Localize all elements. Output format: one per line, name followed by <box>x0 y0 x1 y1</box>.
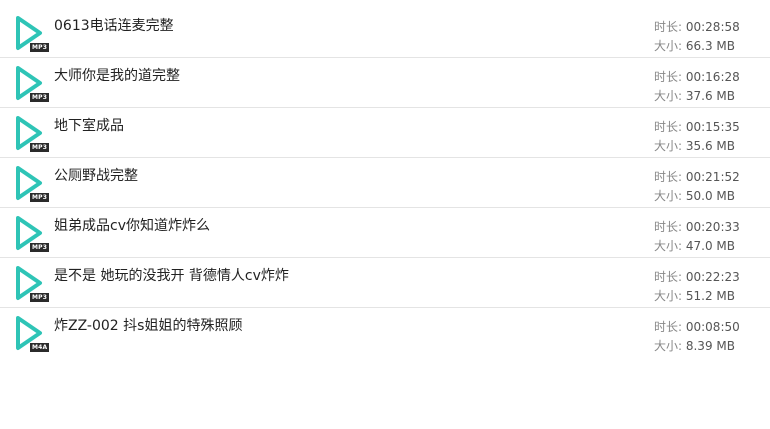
size-value: 35.6 MB <box>685 139 735 153</box>
play-icon[interactable]: MP3 <box>12 15 50 53</box>
duration-value: 00:22:23 <box>685 270 740 284</box>
duration-label: 时长: <box>654 270 686 284</box>
duration-label: 时长: <box>654 70 686 84</box>
list-item[interactable]: MP3 地下室成品 时长: 00:15:35 大小: 35.6 MB <box>0 108 770 158</box>
size-value: 47.0 MB <box>685 239 735 253</box>
play-icon[interactable]: MP3 <box>12 215 50 253</box>
duration-label: 时长: <box>654 20 686 34</box>
list-item[interactable]: MP3 公厕野战完整 时长: 00:21:52 大小: 50.0 MB <box>0 158 770 208</box>
duration-value: 00:16:28 <box>685 70 740 84</box>
file-name[interactable]: 公厕野战完整 <box>54 165 138 185</box>
list-item[interactable]: MP3 大师你是我的道完整 时长: 00:16:28 大小: 37.6 MB <box>0 58 770 108</box>
size-label: 大小: <box>654 339 686 353</box>
file-name[interactable]: 大师你是我的道完整 <box>54 65 180 85</box>
format-badge: M4A <box>30 343 50 352</box>
play-icon[interactable]: MP3 <box>12 115 50 153</box>
duration: 时长: 00:22:23 <box>654 268 740 285</box>
format-badge: MP3 <box>30 193 50 202</box>
file-name[interactable]: 地下室成品 <box>54 115 124 135</box>
duration-value: 00:21:52 <box>685 170 740 184</box>
list-item[interactable]: M4A 炸ZZ-002 抖s姐姐的特殊照顾 时长: 00:08:50 大小: 8… <box>0 308 770 357</box>
size-label: 大小: <box>654 89 686 103</box>
duration-value: 00:20:33 <box>685 220 740 234</box>
size-value: 50.0 MB <box>685 189 735 203</box>
duration: 时长: 00:28:58 <box>654 18 740 35</box>
size-value: 66.3 MB <box>685 39 735 53</box>
file-name[interactable]: 炸ZZ-002 抖s姐姐的特殊照顾 <box>54 315 242 335</box>
file-name[interactable]: 姐弟成品cv你知道炸炸么 <box>54 215 210 235</box>
duration: 时长: 00:20:33 <box>654 218 740 235</box>
format-badge: MP3 <box>30 243 50 252</box>
file-list: MP3 0613电话连麦完整 时长: 00:28:58 大小: 66.3 MB … <box>0 8 770 357</box>
format-badge: MP3 <box>30 93 50 102</box>
duration-value: 00:08:50 <box>685 320 740 334</box>
file-size: 大小: 37.6 MB <box>654 87 735 104</box>
duration-label: 时长: <box>654 220 686 234</box>
file-size: 大小: 47.0 MB <box>654 237 735 254</box>
list-item[interactable]: MP3 0613电话连麦完整 时长: 00:28:58 大小: 66.3 MB <box>0 8 770 58</box>
format-badge: MP3 <box>30 143 50 152</box>
size-value: 37.6 MB <box>685 89 735 103</box>
list-item[interactable]: MP3 姐弟成品cv你知道炸炸么 时长: 00:20:33 大小: 47.0 M… <box>0 208 770 258</box>
duration-label: 时长: <box>654 120 686 134</box>
file-size: 大小: 8.39 MB <box>654 337 735 354</box>
duration: 时长: 00:15:35 <box>654 118 740 135</box>
size-value: 51.2 MB <box>685 289 735 303</box>
size-label: 大小: <box>654 39 686 53</box>
size-label: 大小: <box>654 139 686 153</box>
size-label: 大小: <box>654 239 686 253</box>
file-size: 大小: 35.6 MB <box>654 137 735 154</box>
format-badge: MP3 <box>30 43 50 52</box>
list-item[interactable]: MP3 是不是 她玩的没我开 背德情人cv炸炸 时长: 00:22:23 大小:… <box>0 258 770 308</box>
size-label: 大小: <box>654 189 686 203</box>
file-size: 大小: 51.2 MB <box>654 287 735 304</box>
play-icon[interactable]: MP3 <box>12 265 50 303</box>
play-icon[interactable]: MP3 <box>12 65 50 103</box>
play-icon[interactable]: MP3 <box>12 165 50 203</box>
duration-value: 00:28:58 <box>685 20 740 34</box>
duration: 时长: 00:21:52 <box>654 168 740 185</box>
size-label: 大小: <box>654 289 686 303</box>
play-icon[interactable]: M4A <box>12 315 50 353</box>
format-badge: MP3 <box>30 293 50 302</box>
duration: 时长: 00:16:28 <box>654 68 740 85</box>
duration-label: 时长: <box>654 320 686 334</box>
size-value: 8.39 MB <box>685 339 735 353</box>
duration-value: 00:15:35 <box>685 120 740 134</box>
duration: 时长: 00:08:50 <box>654 318 740 335</box>
file-name[interactable]: 0613电话连麦完整 <box>54 15 174 35</box>
file-name[interactable]: 是不是 她玩的没我开 背德情人cv炸炸 <box>54 265 289 285</box>
file-size: 大小: 66.3 MB <box>654 37 735 54</box>
duration-label: 时长: <box>654 170 686 184</box>
file-size: 大小: 50.0 MB <box>654 187 735 204</box>
